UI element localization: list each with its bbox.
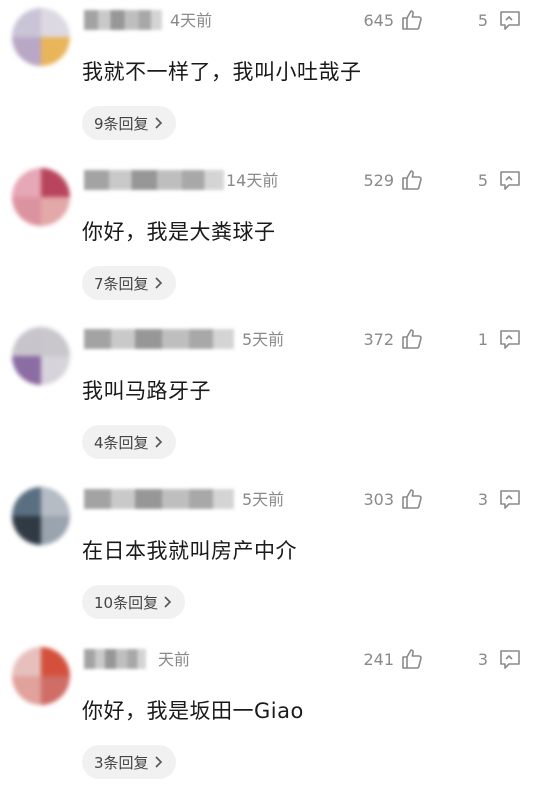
username-blurred[interactable] [84, 170, 224, 190]
reply-count: 3 [477, 490, 488, 509]
avatar-pixel [12, 516, 41, 545]
username-blurred[interactable] [84, 649, 146, 669]
like-count: 241 [363, 650, 394, 669]
like-count: 529 [363, 171, 394, 190]
comment-item: 4天前 645 5 我就不一样了，我叫小吐哉子 9条回复 [0, 0, 540, 159]
view-replies-button[interactable]: 7条回复 [82, 266, 176, 300]
like-count: 303 [363, 490, 394, 509]
comment-time: 14天前 [226, 171, 279, 190]
username-blurred[interactable] [84, 489, 234, 509]
replies-label: 9条回复 [94, 114, 149, 133]
avatar-pixel [41, 487, 70, 516]
thumbs-up-icon[interactable] [400, 647, 424, 671]
avatar-pixel [41, 8, 70, 37]
avatar-pixel [12, 647, 41, 676]
thumbs-up-icon[interactable] [400, 487, 424, 511]
comment-item: 14天前 529 5 你好，我是大粪球子 7条回复 [0, 160, 540, 319]
avatar-pixel [41, 197, 70, 226]
reply-count: 3 [477, 650, 488, 669]
like-count: 372 [363, 330, 394, 349]
reply-icon[interactable] [498, 168, 522, 192]
comment-list: 4天前 645 5 我就不一样了，我叫小吐哉子 9条回复 14天前 529 5 … [0, 0, 540, 802]
chevron-right-icon [164, 596, 172, 608]
avatar-pixel [41, 327, 70, 356]
avatar-pixel [12, 8, 41, 37]
reply-count: 1 [477, 330, 488, 349]
comment-text: 你好，我是坂田一Giao [82, 699, 304, 723]
avatar-pixel [12, 487, 41, 516]
comment-time: 5天前 [242, 490, 285, 509]
comment-time: 4天前 [170, 11, 213, 30]
chevron-right-icon [154, 436, 162, 448]
comment-text: 我就不一样了，我叫小吐哉子 [82, 60, 362, 84]
avatar-pixel [41, 356, 70, 385]
chevron-right-icon [154, 277, 162, 289]
avatar-pixel [12, 327, 41, 356]
avatar-pixel [41, 516, 70, 545]
avatar-pixel [41, 37, 70, 66]
view-replies-button[interactable]: 9条回复 [82, 106, 176, 140]
comment-text: 在日本我就叫房产中介 [82, 539, 297, 563]
avatar[interactable] [12, 327, 70, 385]
comment-item: 5天前 372 1 我叫马路牙子 4条回复 [0, 319, 540, 478]
avatar-pixel [12, 197, 41, 226]
chevron-right-icon [154, 756, 162, 768]
avatar[interactable] [12, 647, 70, 705]
reply-count: 5 [477, 11, 488, 30]
comment-item: 天前 241 3 你好，我是坂田一Giao 3条回复 [0, 639, 540, 798]
comment-time: 天前 [158, 650, 191, 669]
avatar-pixel [41, 168, 70, 197]
username-blurred[interactable] [84, 329, 234, 349]
reply-count: 5 [477, 171, 488, 190]
reply-icon[interactable] [498, 8, 522, 32]
avatar[interactable] [12, 168, 70, 226]
thumbs-up-icon[interactable] [400, 8, 424, 32]
replies-label: 4条回复 [94, 433, 149, 452]
like-count: 645 [363, 11, 394, 30]
comment-text: 我叫马路牙子 [82, 379, 211, 403]
reply-icon[interactable] [498, 487, 522, 511]
comment-item: 5天前 303 3 在日本我就叫房产中介 10条回复 [0, 479, 540, 638]
avatar[interactable] [12, 8, 70, 66]
chevron-right-icon [154, 117, 162, 129]
avatar[interactable] [12, 487, 70, 545]
reply-icon[interactable] [498, 327, 522, 351]
avatar-pixel [12, 168, 41, 197]
avatar-pixel [12, 37, 41, 66]
view-replies-button[interactable]: 3条回复 [82, 745, 176, 779]
comment-text: 你好，我是大粪球子 [82, 220, 276, 244]
reply-icon[interactable] [498, 647, 522, 671]
avatar-pixel [12, 356, 41, 385]
view-replies-button[interactable]: 10条回复 [82, 585, 186, 619]
avatar-pixel [41, 647, 70, 676]
replies-label: 10条回复 [94, 593, 159, 612]
thumbs-up-icon[interactable] [400, 168, 424, 192]
username-blurred[interactable] [84, 10, 162, 30]
view-replies-button[interactable]: 4条回复 [82, 425, 176, 459]
replies-label: 3条回复 [94, 753, 149, 772]
comment-time: 5天前 [242, 330, 285, 349]
avatar-pixel [12, 676, 41, 705]
avatar-pixel [41, 676, 70, 705]
replies-label: 7条回复 [94, 274, 149, 293]
thumbs-up-icon[interactable] [400, 327, 424, 351]
